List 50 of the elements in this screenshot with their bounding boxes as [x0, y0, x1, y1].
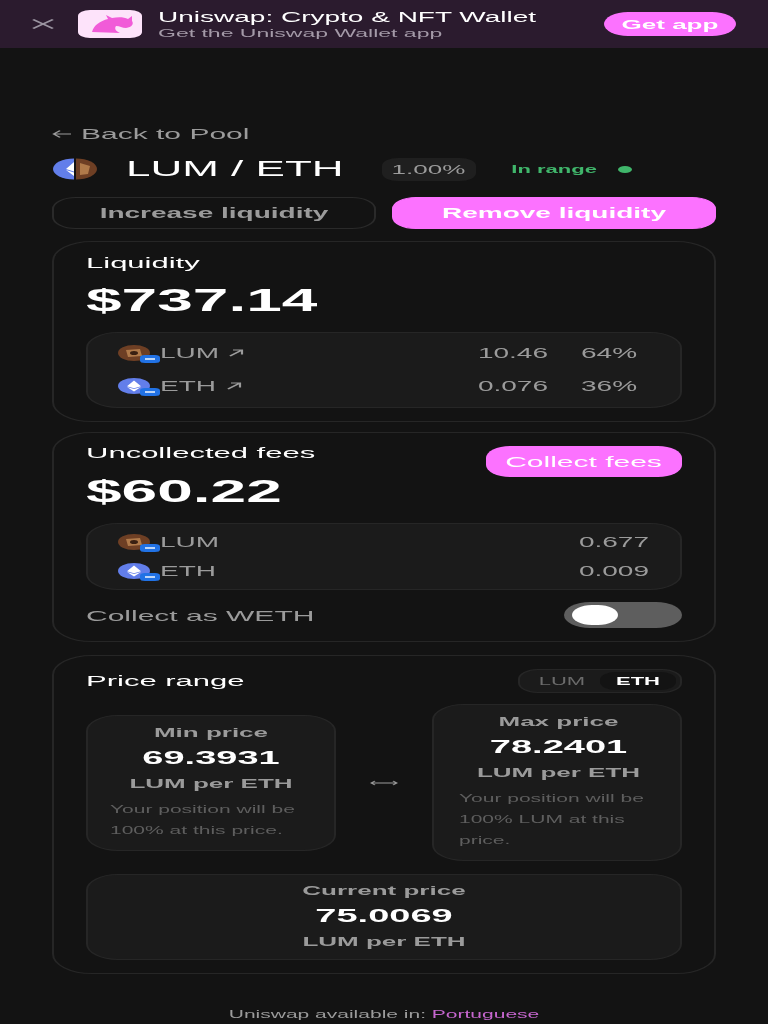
fee-tier-badge: 1.00% — [381, 157, 476, 181]
price-label: Max price — [497, 713, 620, 731]
collect-as-weth-switch[interactable] — [564, 602, 682, 628]
unit-tab[interactable]: LUM — [524, 672, 600, 690]
token-amount: 0.009 — [578, 563, 649, 579]
language-link[interactable]: Portuguese — [431, 1008, 540, 1020]
price-note: Your position will be 100% at this price. — [110, 801, 296, 838]
token-symbol: LUM — [160, 534, 220, 550]
banner-title: Uniswap: Crypto & NFT Wallet — [158, 8, 537, 26]
price-label: Current price — [301, 882, 467, 900]
card-title: Uncollected fees — [86, 443, 316, 463]
toggle-label: Collect as WETH — [86, 606, 315, 624]
price-note: Your position will be 100% LUM at this price. — [459, 791, 645, 848]
token-amount: 0.677 — [578, 534, 649, 550]
price-label: Min price — [152, 723, 270, 742]
pair-title: LUM / ETH — [126, 155, 344, 183]
banner-subtitle: Get the Uniswap Wallet app — [158, 25, 443, 40]
network-badge-icon — [140, 544, 160, 552]
network-badge-icon — [140, 388, 160, 396]
token-share: 64% — [581, 345, 639, 361]
unit-tab[interactable]: ETH — [600, 672, 676, 690]
network-badge-icon — [140, 573, 160, 581]
arrow-left-icon — [52, 130, 72, 138]
token-share: 36% — [581, 378, 639, 394]
coin-pair-icon — [52, 158, 98, 180]
range-status: In range — [511, 162, 597, 176]
fees-value: $60.22 — [86, 472, 282, 511]
price-value: 75.0069 — [314, 904, 454, 928]
token-amount: 10.46 — [477, 345, 548, 361]
price-unit: LUM per ETH — [475, 764, 642, 782]
app-logo-icon — [78, 10, 142, 38]
network-badge-icon — [140, 355, 160, 363]
token-amount: 0.076 — [477, 378, 548, 394]
token-symbol: ETH — [160, 378, 216, 394]
card-title: Liquidity — [86, 253, 200, 273]
token-symbol: LUM — [160, 345, 220, 361]
card-title: Price range — [86, 671, 245, 691]
arrow-up-right-icon[interactable] — [228, 349, 245, 357]
price-unit: LUM per ETH — [128, 774, 294, 793]
close-icon[interactable] — [32, 19, 54, 29]
liquidity-value: $737.14 — [86, 281, 318, 320]
price-unit: LUM per ETH — [301, 933, 467, 951]
double-arrow-icon — [370, 779, 398, 786]
arrow-up-right-icon[interactable] — [225, 382, 241, 390]
token-symbol: ETH — [160, 563, 216, 579]
price-value: 69.3931 — [141, 745, 281, 770]
increase-liquidity-button[interactable]: Increase liquidity — [52, 197, 376, 229]
back-link[interactable]: Back to Pool — [52, 124, 250, 144]
language-note: Uniswap available in: Portuguese — [227, 1007, 541, 1022]
price-value: 78.2401 — [488, 735, 629, 759]
